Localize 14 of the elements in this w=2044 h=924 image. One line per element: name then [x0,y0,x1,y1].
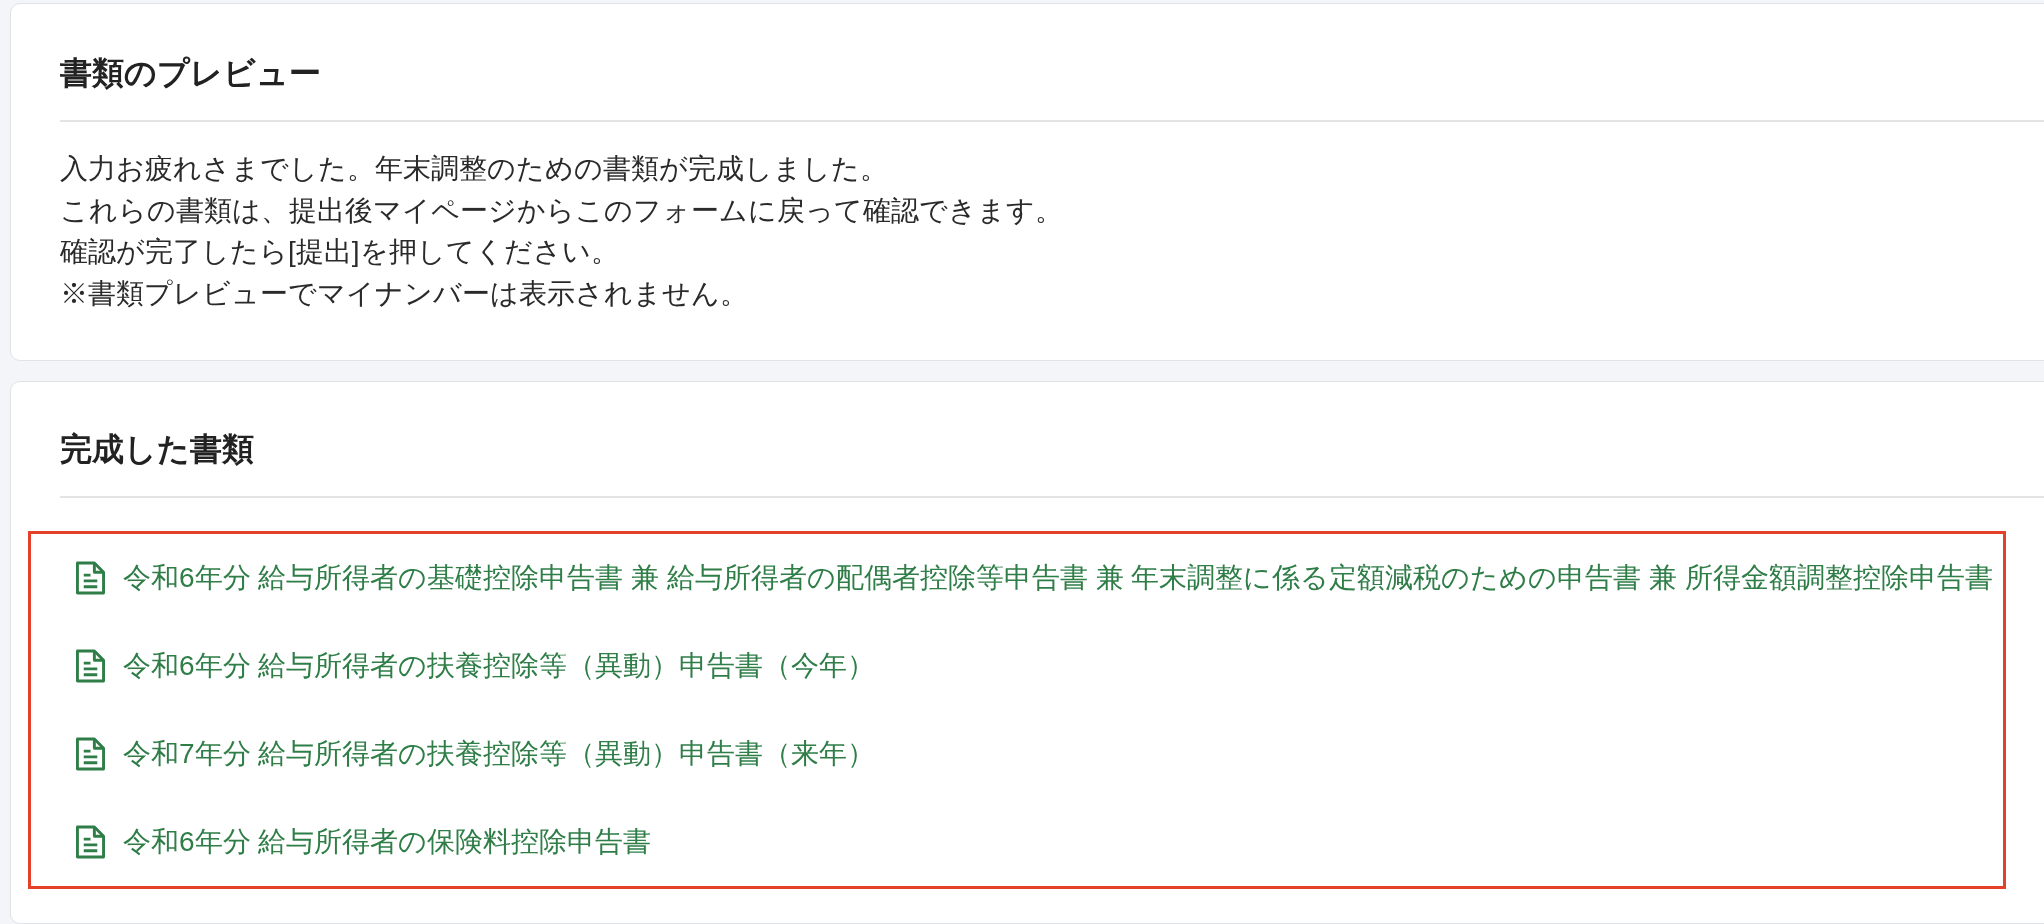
document-link[interactable]: 令和7年分 給与所得者の扶養控除等（異動）申告書（来年） [76,734,876,774]
document-link[interactable]: 令和6年分 給与所得者の保険料控除申告書 [76,822,652,862]
document-link[interactable]: 令和6年分 給与所得者の扶養控除等（異動）申告書（今年） [76,646,876,686]
message-line: ※書類プレビューでマイナンバーは表示されません。 [60,276,748,311]
document-icon [76,561,105,595]
document-icon [76,649,105,683]
document-link[interactable]: 令和6年分 給与所得者の基礎控除申告書 兼 給与所得者の配偶者控除等申告書 兼 年末調整に係る定額減税のための申告書 兼 所得金額調整控除申告書 [76,558,1994,598]
document-icon [76,825,105,859]
document-icon [76,737,105,771]
message-line: 確認が完了したら[提出]を押してください。 [60,235,619,269]
message-line: 入力お疲れさまでした。年末調整のための書類が完成しました。 [60,152,888,186]
section-title: 書類のプレビュー [60,54,321,93]
message-line: これらの書類は、提出後マイページからこのフォームに戻って確認できます。 [60,193,1063,228]
section-title: 完成した書類 [60,430,254,469]
